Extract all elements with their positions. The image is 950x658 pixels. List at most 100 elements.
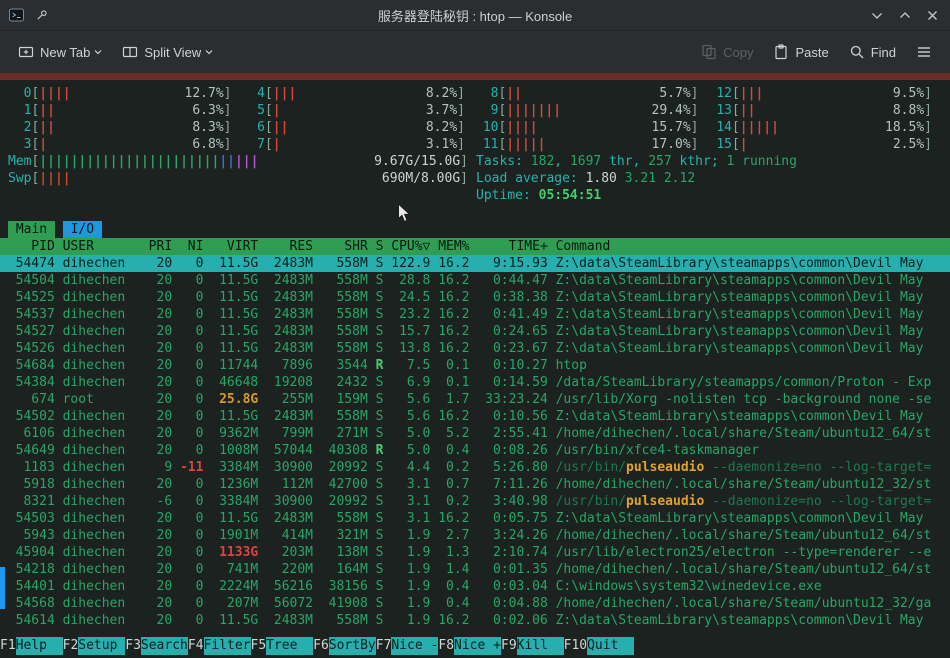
- fkey-nice[interactable]: Nice +: [454, 637, 501, 655]
- process-row[interactable]: 54568 dihechen 20 0 207M 56072 41908 S 1.9 0.4 0:0…: [0, 595, 950, 612]
- cpu-meter-12: 12[||| 9.5%]: [716, 86, 932, 101]
- process-row[interactable]: 54401 dihechen 20 0 2224M 56216 38156 S 1.9 0.4 0:…: [0, 578, 950, 595]
- process-command: /usr/bin/pulseaudio --daemonize=no --log…: [555, 460, 932, 475]
- split-view-label: Split View: [144, 44, 202, 60]
- column-header-cmd[interactable]: Command: [548, 238, 950, 255]
- process-command: /usr/lib/Xorg -nolisten tcp -background …: [555, 392, 932, 407]
- htop-tabs: Main I/O: [0, 221, 950, 238]
- column-header-cpu[interactable]: CPU%▽: [383, 238, 430, 255]
- fkey-filter[interactable]: Filter: [203, 637, 251, 655]
- cpu-meter-0: 0[|||| 12.7%]: [23, 86, 232, 101]
- mouse-cursor: [397, 203, 411, 223]
- cpu-meter-15: 15[| 2.5%]: [716, 137, 932, 152]
- process-command: Z:\data\SteamLibrary\steamapps\common\De…: [555, 409, 924, 424]
- find-button[interactable]: Find: [841, 38, 904, 66]
- process-row[interactable]: 674 root 20 0 25.8G 255M 159M S 5.6 1.7 33:23.24/u…: [0, 391, 950, 408]
- process-row[interactable]: 54504 dihechen 20 0 11.5G 2483M 558M S 28.8 16.2 0…: [0, 272, 950, 289]
- fkey-tree[interactable]: Tree: [266, 637, 314, 655]
- process-row[interactable]: 54525 dihechen 20 0 11.5G 2483M 558M S 24.5 16.2 0…: [0, 289, 950, 306]
- menu-button[interactable]: [908, 39, 940, 65]
- cpu-meter-2: 2[|| 8.3%]: [23, 120, 232, 135]
- paste-label: Paste: [795, 44, 829, 60]
- column-header-pid[interactable]: PID: [0, 238, 54, 255]
- swp-meter: Swp[|||| 690M/8.00G]: [8, 171, 468, 186]
- column-header-virt[interactable]: VIRT: [203, 238, 258, 255]
- pin-icon[interactable]: [34, 8, 49, 23]
- process-row[interactable]: 54526 dihechen 20 0 11.5G 2483M 558M S 13.8 16.2 0…: [0, 340, 950, 357]
- process-row[interactable]: 54502 dihechen 20 0 11.5G 2483M 558M S 5.6 16.2 0:…: [0, 408, 950, 425]
- new-tab-icon: [18, 44, 34, 60]
- process-command: Z:\data\SteamLibrary\steamapps\common\De…: [555, 290, 924, 305]
- cpu-meter-7: 7[| 3.1%]: [257, 137, 465, 152]
- close-icon[interactable]: [927, 10, 938, 21]
- cpu-meter-13: 13[|| 8.8%]: [716, 103, 932, 118]
- copy-button[interactable]: Copy: [693, 38, 761, 66]
- column-header-time[interactable]: TIME+: [470, 238, 548, 255]
- process-row[interactable]: 8321 dihechen -6 0 3384M 30900 20992 S 3.1 0.2 3:4…: [0, 493, 950, 510]
- process-command: /home/dihechen/.local/share/Steam/ubuntu…: [555, 528, 932, 543]
- cpu-meter-3: 3[| 6.8%]: [23, 137, 232, 152]
- process-command: Z:\data\SteamLibrary\steamapps\common\De…: [555, 341, 924, 356]
- toolbar: New Tab Split View Copy Paste Find: [0, 31, 950, 73]
- fkey-help[interactable]: Help: [15, 637, 63, 655]
- column-header-res[interactable]: RES: [258, 238, 313, 255]
- paste-button[interactable]: Paste: [765, 38, 836, 66]
- process-row[interactable]: 54537 dihechen 20 0 11.5G 2483M 558M S 23.2 16.2 0…: [0, 306, 950, 323]
- process-row[interactable]: 54684 dihechen 20 0 11744 7896 3544 R 7.5 0.1 0:10…: [0, 357, 950, 374]
- terminal[interactable]: 0[|||| 12.7%] 1[|| 6.3%] 2[|| 8.3%] 3[| 6.8%] 4[…: [0, 80, 950, 658]
- process-command: /usr/lib/electron25/electron --type=rend…: [555, 545, 932, 560]
- process-command: /home/dihechen/.local/share/Steam/ubuntu…: [555, 426, 932, 441]
- process-row[interactable]: 5943 dihechen 20 0 1901M 414M 321M S 1.9 2.7 3:24.…: [0, 527, 950, 544]
- fkey-quit[interactable]: Quit: [587, 637, 635, 655]
- process-row[interactable]: 1183 dihechen 9 -11 3384M 30900 20992 S 4.4 0.2 5:…: [0, 459, 950, 476]
- process-row[interactable]: 54614 dihechen 20 0 11.5G 2483M 558M S 1.9 16.2 0:…: [0, 612, 950, 629]
- column-header-mem[interactable]: MEM%: [430, 238, 469, 255]
- fkey-nice[interactable]: Nice -: [391, 637, 439, 655]
- process-row[interactable]: 54218 dihechen 20 0 741M 220M 164M S 1.9 1.4 0:01.…: [0, 561, 950, 578]
- process-table-header: PID USER PRI NI VIRT RES SHR S CPU%▽ MEM% TIME+ Com…: [0, 238, 950, 255]
- process-row[interactable]: 5918 dihechen 20 0 1236M 112M 42700 S 3.1 0.7 7:11…: [0, 476, 950, 493]
- process-row[interactable]: 54503 dihechen 20 0 11.5G 2483M 558M S 3.1 16.2 0:…: [0, 510, 950, 527]
- process-table: 54474 dihechen 20 0 11.5G 2483M 558M S 122.9 16.2…: [0, 255, 950, 629]
- fkey-setup[interactable]: Setup: [78, 637, 126, 655]
- minimize-icon[interactable]: [871, 11, 883, 20]
- column-header-ni[interactable]: NI: [172, 238, 204, 255]
- maximize-icon[interactable]: [899, 11, 911, 20]
- fkey-sortby[interactable]: SortBy: [328, 637, 376, 655]
- fkey-search[interactable]: Search: [140, 637, 188, 655]
- column-header-pri[interactable]: PRI: [141, 238, 172, 255]
- chevron-down-icon: [94, 49, 102, 55]
- process-command: /home/dihechen/.local/share/Steam/ubuntu…: [555, 477, 932, 492]
- column-header-s[interactable]: S: [368, 238, 384, 255]
- process-command: Z:\data\SteamLibrary\steamapps\common\De…: [555, 511, 924, 526]
- process-command: Z:\data\SteamLibrary\steamapps\common\De…: [555, 613, 924, 628]
- function-key-bar: F1 Help F2 Setup F3 Search F4 Filter F5 Tree F6…: [0, 637, 635, 655]
- scrollbar-indicator[interactable]: [0, 567, 5, 609]
- cpu-meter-14: 14[||||| 18.5%]: [716, 120, 932, 135]
- column-header-shr[interactable]: SHR: [313, 238, 367, 255]
- load-average-line: Load average: 1.80 3.21 2.12: [476, 171, 696, 186]
- process-row[interactable]: 54474 dihechen 20 0 11.5G 2483M 558M S 122.9 16.2…: [0, 255, 950, 272]
- new-tab-button[interactable]: New Tab: [10, 38, 110, 66]
- fkey-kill[interactable]: Kill: [516, 637, 564, 655]
- process-row[interactable]: 6106 dihechen 20 0 9362M 799M 271M S 5.0 5.2 2:55.…: [0, 425, 950, 442]
- htop-tab-main[interactable]: Main: [8, 221, 55, 238]
- process-row[interactable]: 54384 dihechen 20 0 46648 19208 2432 S 6.9 0.1 0:1…: [0, 374, 950, 391]
- process-row[interactable]: 45904 dihechen 20 0 1133G 203M 138M S 1.9 1.3 2:10…: [0, 544, 950, 561]
- process-command: Z:\data\SteamLibrary\steamapps\common\De…: [555, 307, 924, 322]
- split-view-button[interactable]: Split View: [114, 38, 221, 66]
- split-view-icon: [122, 44, 138, 60]
- process-row[interactable]: 54527 dihechen 20 0 11.5G 2483M 558M S 15.7 16.2 0…: [0, 323, 950, 340]
- titlebar[interactable]: 服务器登陆秘钥 : htop — Konsole: [0, 0, 950, 31]
- process-command: /home/dihechen/.local/share/Steam/ubuntu…: [555, 596, 932, 611]
- mem-meter: Mem[||||||||||||||||||||||| || ||| 9.67G/15…: [8, 154, 468, 169]
- process-command: Z:\data\SteamLibrary\steamapps\common\De…: [555, 256, 924, 271]
- process-command: Z:\data\SteamLibrary\steamapps\common\De…: [555, 324, 924, 339]
- process-row[interactable]: 54649 dihechen 20 0 1008M 57044 40308 R 5.0 0.4 0:…: [0, 442, 950, 459]
- chevron-down-icon: [205, 49, 213, 55]
- column-header-user[interactable]: USER: [55, 238, 141, 255]
- paste-icon: [773, 44, 789, 60]
- htop-tab-io[interactable]: I/O: [62, 221, 102, 238]
- process-command: /usr/bin/pulseaudio --daemonize=no --log…: [555, 494, 932, 509]
